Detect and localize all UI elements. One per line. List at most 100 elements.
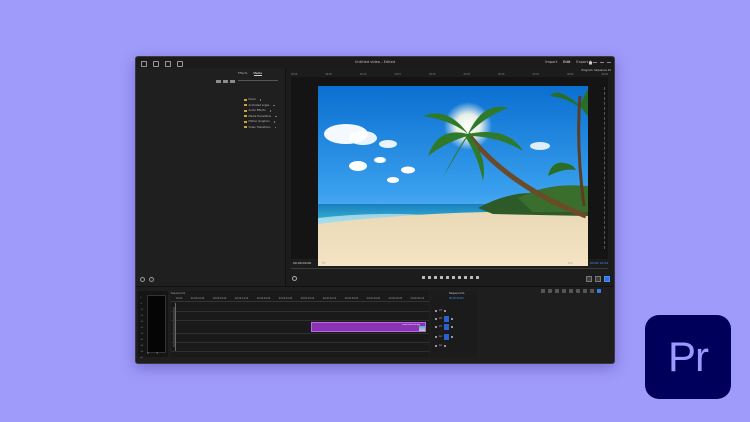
track-label: V3 — [439, 309, 442, 312]
ruler-tick: 00;00;39;29 — [344, 297, 359, 300]
solo-right-button[interactable]: S — [157, 352, 159, 355]
snap-icon[interactable] — [541, 289, 545, 293]
premiere-window: Untitled video - Edited Import Edit Expo… — [135, 56, 615, 364]
eye-icon[interactable] — [450, 317, 453, 320]
bin-label: Audio Effects — [248, 109, 266, 113]
lock-icon[interactable] — [435, 309, 437, 312]
video-clip[interactable]: tropical beach.jpg — [311, 322, 426, 332]
bottom-panels: 0 -6 -12 -18 -24 -30 -36 -42 -48 -54 dB … — [136, 286, 614, 363]
maximize-icon[interactable] — [600, 62, 604, 63]
program-header[interactable]: Program: Sequence 01 — [581, 69, 611, 72]
minimize-icon[interactable] — [593, 62, 597, 63]
linked-selection-icon[interactable] — [548, 289, 552, 293]
ruler-tick: 00;00;19;29 — [256, 297, 271, 300]
eye-icon[interactable] — [450, 325, 453, 328]
monitor-canvas — [291, 77, 608, 266]
chevron-icon — [275, 115, 277, 117]
track-header-a1[interactable]: A1 — [435, 333, 473, 340]
track-label: V2 — [439, 317, 442, 320]
go-to-out-icon[interactable] — [457, 276, 461, 279]
folder-icon — [244, 109, 247, 112]
track-header-v2[interactable]: V2 — [435, 315, 473, 322]
lift-icon[interactable] — [463, 276, 467, 279]
meter-scale-label: dB — [140, 357, 143, 359]
program-scrubber[interactable] — [291, 268, 608, 273]
folder-icon — [244, 98, 247, 101]
wrench-icon[interactable] — [562, 289, 566, 293]
track-target[interactable] — [443, 333, 449, 340]
video-frame[interactable] — [318, 86, 588, 266]
captions-icon[interactable] — [569, 289, 573, 293]
ripple-icon[interactable] — [576, 289, 580, 293]
timeline-ruler[interactable]: 00;00 00;00;04;29 00;00;09;29 00;00;14;2… — [171, 297, 429, 302]
chevron-icon — [273, 104, 275, 106]
add-marker-icon[interactable] — [555, 289, 559, 293]
tab-effects[interactable]: Effects — [238, 71, 248, 76]
zoom-select[interactable]: Fit — [322, 261, 326, 265]
title-bar: Untitled video - Edited Import Edit Expo… — [136, 57, 614, 69]
ruler-tick: 00;00;54;29 — [410, 297, 424, 300]
export-frame-icon[interactable] — [475, 276, 479, 279]
ruler-tick: 00;00;44;29 — [366, 297, 381, 300]
sequence-name[interactable]: Sequence 01 — [171, 292, 185, 295]
resolution-select[interactable]: Full — [568, 261, 573, 265]
add-button-icon[interactable] — [604, 276, 610, 282]
ruler-tick: 00;00;04;29 — [190, 297, 205, 300]
media-search-input[interactable] — [238, 77, 278, 81]
extract-icon[interactable] — [469, 276, 473, 279]
track-header-v1[interactable]: V1 — [435, 323, 473, 330]
lock-icon[interactable] — [435, 325, 437, 328]
track-header-v3[interactable]: V3 — [435, 307, 473, 314]
track-panel-title: Sequence 01 — [449, 292, 465, 295]
mute-icon[interactable] — [443, 344, 446, 347]
media-tabs: Effects Media — [238, 71, 262, 76]
grid-view-icon[interactable] — [223, 80, 228, 83]
close-icon[interactable] — [607, 62, 611, 63]
timeline-timecode[interactable]: 00;00;00;00 — [449, 297, 464, 300]
go-to-in-icon[interactable] — [433, 276, 437, 279]
settings-icon[interactable] — [140, 277, 145, 282]
track-label: V1 — [439, 325, 442, 328]
compare-view-icon[interactable] — [586, 276, 592, 282]
play-icon[interactable] — [445, 276, 449, 279]
selection-tool-icon[interactable] — [597, 289, 601, 293]
step-forward-icon[interactable] — [451, 276, 455, 279]
mute-icon[interactable] — [450, 335, 453, 338]
ruler-tick: 00;00;09;29 — [212, 297, 227, 300]
playhead-timecode[interactable]: 00;00;00;00 — [293, 261, 311, 265]
list-view-icon[interactable] — [216, 80, 221, 83]
bin-label: Motion Graphics — [248, 120, 270, 124]
mark-in-icon[interactable] — [421, 276, 425, 279]
chevron-icon — [259, 99, 262, 101]
program-timecode-bar: 00;00;00;00 Fit Full 00;00;10;04 — [291, 261, 608, 267]
premiere-pro-logo: Pr — [645, 315, 731, 399]
safe-margins-icon[interactable] — [595, 276, 601, 282]
window-controls — [593, 57, 611, 63]
view-toggle — [216, 80, 235, 83]
ruler-tick: 00;00;24;29 — [278, 297, 293, 300]
new-item-icon[interactable] — [149, 277, 154, 282]
freeform-view-icon[interactable] — [230, 80, 235, 83]
lock-icon[interactable] — [435, 317, 437, 320]
track-target[interactable] — [443, 315, 449, 322]
ruler-tick: 00;00;34;29 — [322, 297, 337, 300]
razor-icon[interactable] — [583, 289, 587, 293]
media-footer — [140, 277, 154, 282]
lock-icon[interactable] — [435, 344, 437, 347]
eye-icon[interactable] — [443, 309, 446, 312]
hand-icon[interactable] — [590, 289, 594, 293]
track-divider — [171, 320, 429, 321]
timeline-tools — [541, 289, 601, 293]
track-header-a2[interactable]: A2 — [435, 342, 473, 349]
chevron-icon — [269, 110, 272, 112]
bin-item[interactable]: Video Transitions — [244, 125, 277, 131]
track-divider — [171, 351, 429, 352]
step-back-icon[interactable] — [439, 276, 443, 279]
lock-icon[interactable] — [435, 335, 437, 338]
monitor-options — [586, 274, 610, 282]
mark-out-icon[interactable] — [427, 276, 431, 279]
track-target[interactable] — [443, 323, 449, 330]
tab-media[interactable]: Media — [253, 71, 262, 76]
playhead[interactable] — [175, 303, 176, 351]
solo-left-button[interactable]: S — [147, 352, 149, 355]
